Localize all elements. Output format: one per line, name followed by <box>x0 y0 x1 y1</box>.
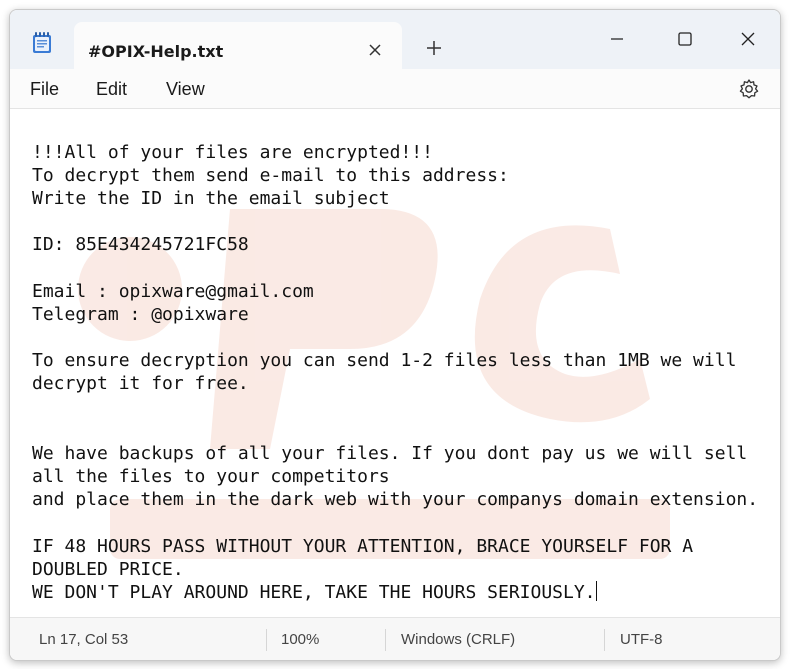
status-bar: Ln 17, Col 53 100% Windows (CRLF) UTF-8 <box>10 617 780 660</box>
close-window-button[interactable] <box>725 24 771 54</box>
status-divider <box>604 629 605 651</box>
text-line: Email : opixware@gmail.com <box>32 281 314 302</box>
menu-file[interactable]: File <box>30 79 59 100</box>
notepad-icon <box>32 32 52 54</box>
text-line: Telegram : @opixware <box>32 304 249 325</box>
maximize-icon <box>678 32 692 46</box>
tab-title: #OPIX-Help.txt <box>88 42 224 61</box>
gear-icon[interactable] <box>738 78 760 100</box>
status-divider <box>385 629 386 651</box>
text-line-last: WE DON'T PLAY AROUND HERE, TAKE THE HOUR… <box>32 581 597 604</box>
status-divider <box>266 629 267 651</box>
cursor-position: Ln 17, Col 53 <box>39 631 129 648</box>
text-line: Write the ID in the email subject <box>32 188 390 209</box>
zoom-level[interactable]: 100% <box>281 631 319 648</box>
close-icon[interactable] <box>368 42 382 56</box>
minimize-icon <box>611 38 623 40</box>
text-line: and place them in the dark web with your… <box>32 489 759 510</box>
text-line: decrypt it for free. <box>32 373 249 394</box>
text-line: !!!All of your files are encrypted!!! <box>32 142 433 163</box>
maximize-button[interactable] <box>662 24 708 54</box>
text-line: IF 48 HOURS PASS WITHOUT YOUR ATTENTION,… <box>32 536 694 557</box>
menu-view[interactable]: View <box>166 79 205 100</box>
minimize-button[interactable] <box>594 24 640 54</box>
menu-edit[interactable]: Edit <box>96 79 127 100</box>
notepad-window: #OPIX-Help.txt File Edit View !!!All of … <box>9 9 781 661</box>
title-bar: #OPIX-Help.txt <box>10 10 780 69</box>
encoding[interactable]: UTF-8 <box>620 631 663 648</box>
plus-icon[interactable] <box>426 40 442 56</box>
text-line: DOUBLED PRICE. <box>32 559 184 580</box>
close-icon <box>741 32 755 46</box>
text-line: all the files to your competitors <box>32 466 390 487</box>
text-line: We have backups of all your files. If yo… <box>32 443 748 464</box>
line-ending[interactable]: Windows (CRLF) <box>401 631 515 648</box>
text-caret <box>595 581 597 601</box>
text-line: WE DON'T PLAY AROUND HERE, TAKE THE HOUR… <box>32 582 596 603</box>
tab-active-file[interactable]: #OPIX-Help.txt <box>74 22 402 69</box>
text-editor[interactable]: !!!All of your files are encrypted!!! To… <box>10 109 780 617</box>
menu-bar: File Edit View <box>10 69 780 109</box>
text-line: To ensure decryption you can send 1-2 fi… <box>32 350 737 371</box>
text-line: ID: 85E434245721FC58 <box>32 234 249 255</box>
text-line: To decrypt them send e-mail to this addr… <box>32 165 509 186</box>
